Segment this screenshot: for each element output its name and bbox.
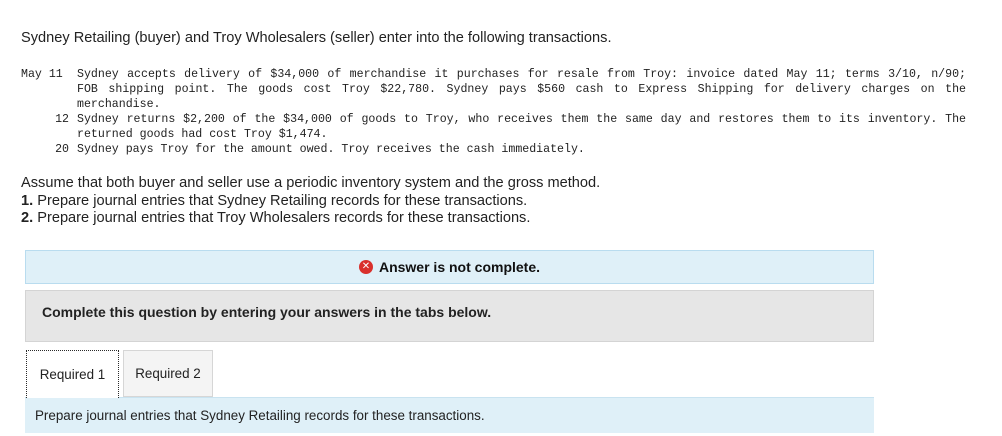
transaction-date: 12 — [55, 113, 69, 126]
answer-status-banner: ✕ Answer is not complete. — [25, 250, 874, 284]
requirement-2: 2. Prepare journal entries that Troy Who… — [21, 210, 600, 228]
transaction-text: Sydney pays Troy for the amount owed. Tr… — [77, 143, 585, 156]
problem-intro: Sydney Retailing (buyer) and Troy Wholes… — [21, 30, 612, 46]
requirement-number: 2. — [21, 210, 34, 226]
tab-required-2[interactable]: Required 2 — [123, 350, 213, 397]
requirement-1: 1. Prepare journal entries that Sydney R… — [21, 193, 600, 211]
x-circle-icon: ✕ — [358, 260, 373, 274]
assumption-block: Assume that both buyer and seller use a … — [21, 175, 600, 228]
answer-status-text: Answer is not complete. — [378, 259, 541, 275]
tab-label: Required 1 — [39, 367, 106, 382]
transaction-row: 12 Sydney returns $2,200 of the $34,000 … — [21, 112, 966, 142]
requirement-text: Prepare journal entries that Sydney Reta… — [37, 192, 528, 209]
transaction-text: Sydney returns $2,200 of the $34,000 of … — [77, 113, 966, 141]
transaction-row: May 11 Sydney accepts delivery of $34,00… — [21, 67, 966, 112]
instructions-panel-text: Complete this question by entering your … — [42, 304, 492, 320]
tab-label: Required 2 — [135, 366, 201, 381]
requirement-text: Prepare journal entries that Troy Wholes… — [37, 210, 531, 226]
transactions-list: May 11 Sydney accepts delivery of $34,00… — [21, 67, 966, 157]
transaction-date: 20 — [55, 143, 69, 156]
tab-instruction-text: Prepare journal entries that Sydney Reta… — [35, 408, 485, 423]
transaction-text: Sydney accepts delivery of $34,000 of me… — [77, 68, 966, 111]
transaction-date: May 11 — [21, 68, 63, 81]
tab-required-1[interactable]: Required 1 — [26, 350, 119, 398]
requirement-number: 1. — [21, 192, 34, 209]
transaction-row: 20 Sydney pays Troy for the amount owed.… — [21, 142, 966, 157]
assumption-text: Assume that both buyer and seller use a … — [21, 175, 601, 191]
instructions-panel: Complete this question by entering your … — [25, 290, 874, 342]
tab-instruction-bar: Prepare journal entries that Sydney Reta… — [25, 397, 874, 433]
